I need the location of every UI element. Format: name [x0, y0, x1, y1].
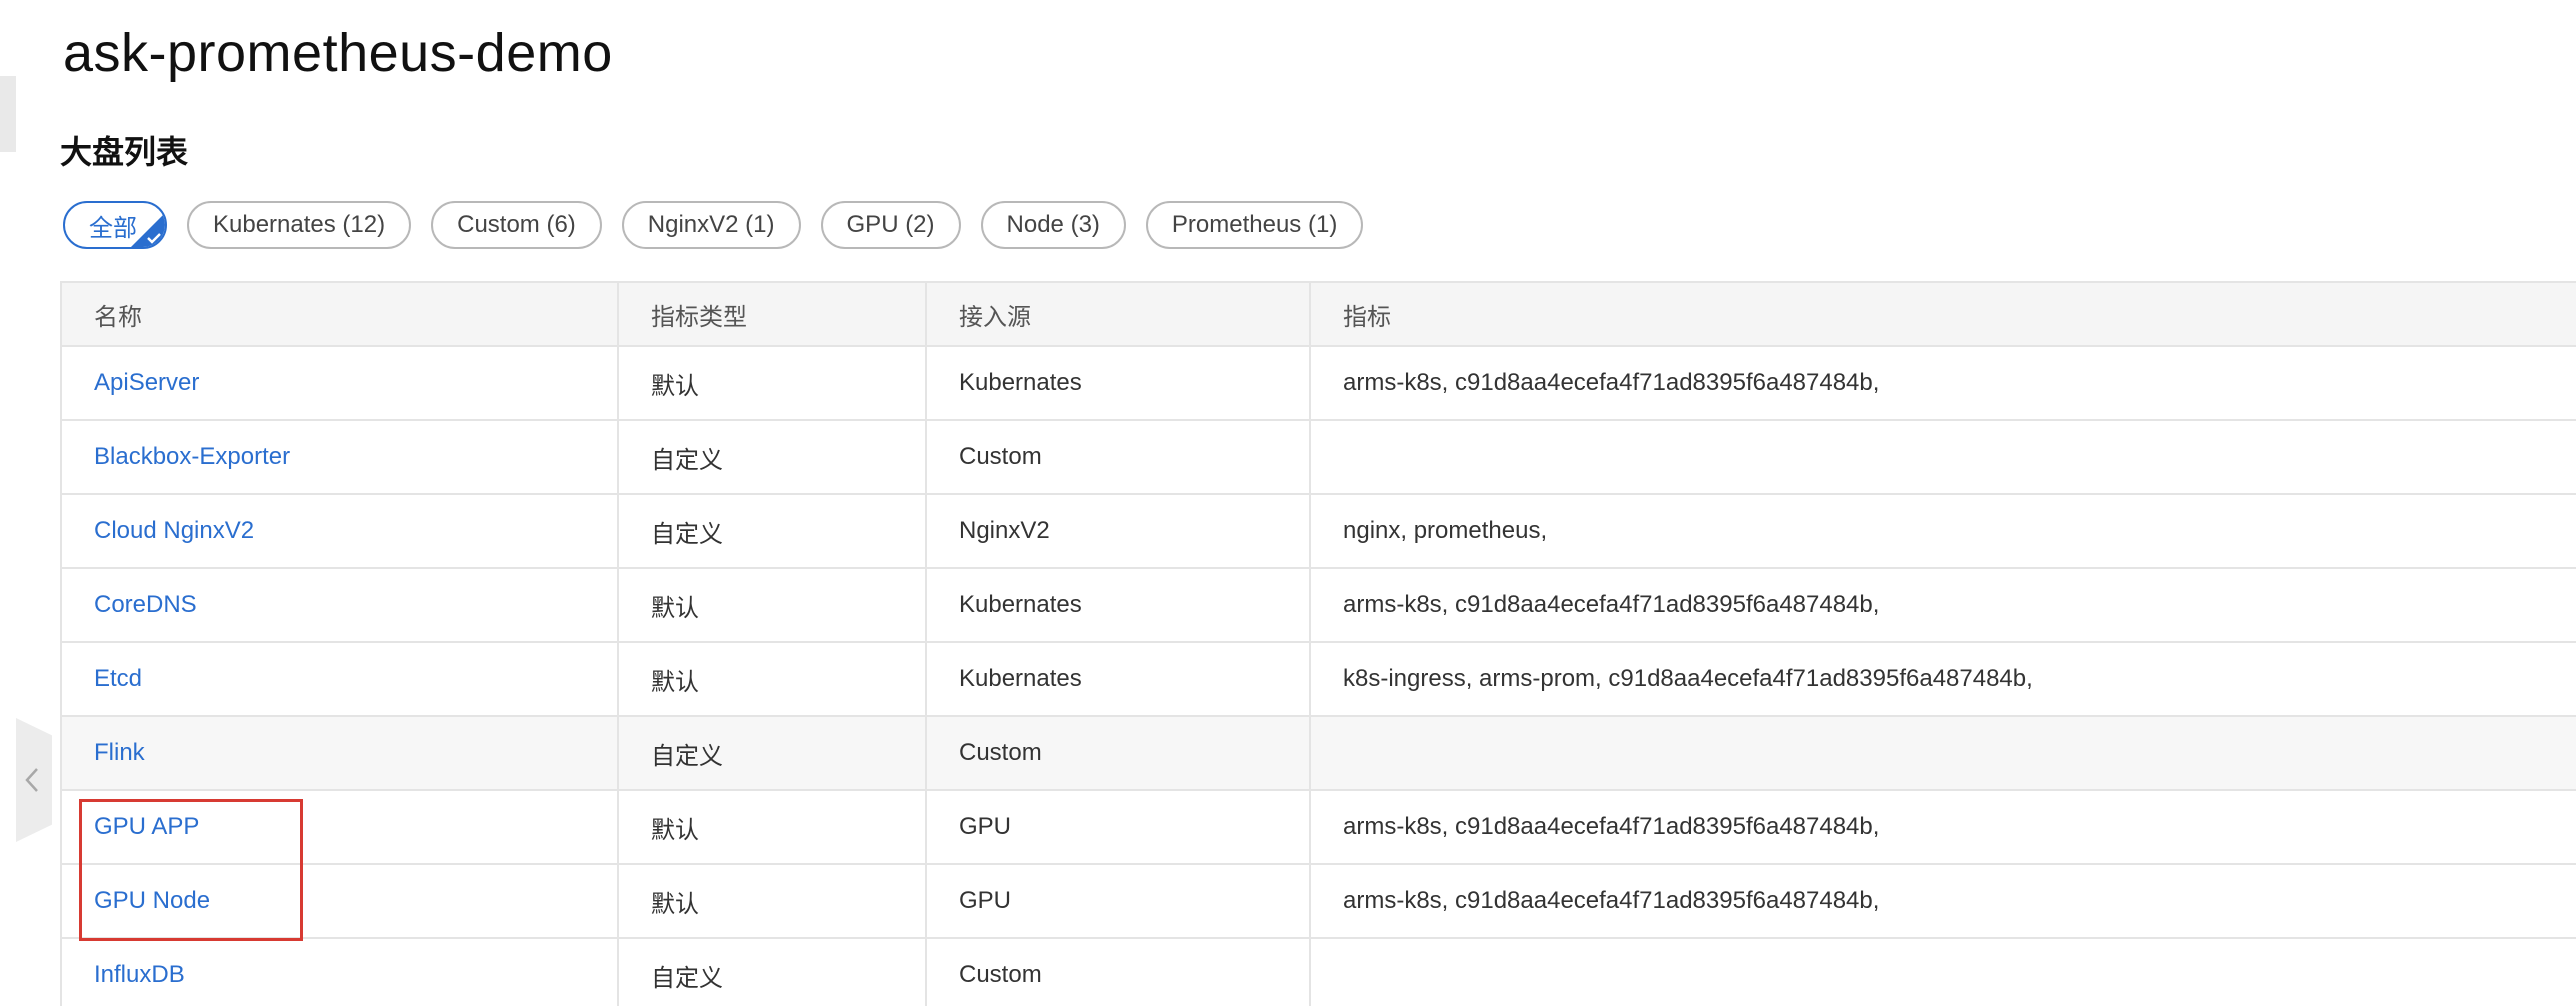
row-type-cell: 自定义 [618, 938, 927, 1006]
row-source-cell: Custom [926, 938, 1311, 1006]
row-metrics-cell: arms-k8s, c91d8aa4ecefa4f71ad8395f6a4874… [1310, 790, 2576, 865]
row-type-cell: 默认 [618, 790, 927, 865]
filter-chip-node[interactable]: Node (3) [980, 201, 1126, 249]
row-metrics-cell [1310, 716, 2576, 791]
row-name-cell: GPU Node [62, 864, 619, 939]
filter-chip-label: Kubernates (12) [213, 211, 386, 238]
table-row: GPU Node 默认 GPU arms-k8s, c91d8aa4ecefa4… [62, 864, 2576, 939]
dashboard-link[interactable]: Cloud NginxV2 [94, 517, 254, 544]
row-type-cell: 自定义 [618, 716, 927, 791]
row-type-cell: 默认 [618, 346, 927, 421]
dashboard-link[interactable]: GPU APP [94, 813, 199, 840]
row-source-cell: Kubernates [926, 346, 1311, 421]
sidebar-collapse-handle[interactable] [16, 718, 52, 842]
chevron-left-icon [25, 768, 38, 792]
row-source-cell: NginxV2 [926, 494, 1311, 569]
dashboard-link[interactable]: ApiServer [94, 369, 199, 396]
filter-chip-prometheus[interactable]: Prometheus (1) [1145, 201, 1364, 249]
dashboard-link[interactable]: Blackbox-Exporter [94, 443, 290, 470]
table-row: ApiServer 默认 Kubernates arms-k8s, c91d8a… [62, 346, 2576, 421]
table-row: Etcd 默认 Kubernates k8s-ingress, arms-pro… [62, 642, 2576, 717]
row-source-cell: GPU [926, 864, 1311, 939]
filter-chip-label: 全部 [89, 214, 137, 242]
filter-chip-kubernates[interactable]: Kubernates (12) [187, 201, 412, 249]
row-metrics-cell [1310, 420, 2576, 495]
dashboard-filter-bar: 全部 Kubernates (12) Custom (6) NginxV2 (1… [63, 201, 1364, 251]
table-row: Blackbox-Exporter 自定义 Custom [62, 420, 2576, 495]
dashboard-link[interactable]: Flink [94, 739, 145, 766]
row-name-cell: Flink [62, 716, 619, 791]
row-type-cell: 默认 [618, 642, 927, 717]
row-source-cell: GPU [926, 790, 1311, 865]
row-metrics-cell: nginx, prometheus, [1310, 494, 2576, 569]
left-rail [0, 0, 16, 1004]
dashboard-link[interactable]: GPU Node [94, 887, 210, 914]
row-source-cell: Kubernates [926, 568, 1311, 643]
row-name-cell: GPU APP [62, 790, 619, 865]
row-name-cell: Cloud NginxV2 [62, 494, 619, 569]
column-header-type: 指标类型 [618, 283, 927, 347]
table-row: Flink 自定义 Custom [62, 716, 2576, 791]
section-title: 大盘列表 [60, 134, 189, 170]
table-row: GPU APP 默认 GPU arms-k8s, c91d8aa4ecefa4f… [62, 790, 2576, 865]
table-row: InfluxDB 自定义 Custom [62, 938, 2576, 1006]
table-row: Cloud NginxV2 自定义 NginxV2 nginx, prometh… [62, 494, 2576, 569]
row-source-cell: Custom [926, 716, 1311, 791]
dashboard-link[interactable]: InfluxDB [94, 961, 185, 988]
row-metrics-cell: k8s-ingress, arms-prom, c91d8aa4ecefa4f7… [1310, 642, 2576, 717]
row-name-cell: CoreDNS [62, 568, 619, 643]
filter-chip-gpu[interactable]: GPU (2) [820, 201, 961, 249]
filter-chip-label: NginxV2 (1) [647, 211, 775, 238]
filter-chip-label: GPU (2) [846, 211, 935, 238]
dashboard-link[interactable]: CoreDNS [94, 591, 197, 618]
row-metrics-cell: arms-k8s, c91d8aa4ecefa4f71ad8395f6a4874… [1310, 568, 2576, 643]
dashboard-link[interactable]: Etcd [94, 665, 142, 692]
row-type-cell: 自定义 [618, 494, 927, 569]
filter-chip-label: Custom (6) [457, 211, 576, 238]
row-metrics-cell: arms-k8s, c91d8aa4ecefa4f71ad8395f6a4874… [1310, 346, 2576, 421]
row-source-cell: Kubernates [926, 642, 1311, 717]
row-source-cell: Custom [926, 420, 1311, 495]
row-name-cell: Blackbox-Exporter [62, 420, 619, 495]
column-header-name: 名称 [62, 283, 619, 347]
table-header-row: 名称 指标类型 接入源 指标 [62, 283, 2576, 347]
left-rail-strip [0, 76, 16, 152]
page-title: ask-prometheus-demo [63, 23, 613, 83]
column-header-source: 接入源 [926, 283, 1311, 347]
row-metrics-cell: arms-k8s, c91d8aa4ecefa4f71ad8395f6a4874… [1310, 864, 2576, 939]
row-name-cell: ApiServer [62, 346, 619, 421]
row-type-cell: 自定义 [618, 420, 927, 495]
filter-chip-nginxv2[interactable]: NginxV2 (1) [621, 201, 801, 249]
dashboard-table: 名称 指标类型 接入源 指标 ApiServer 默认 Kubernates a… [60, 281, 2576, 1006]
row-name-cell: InfluxDB [62, 938, 619, 1006]
row-type-cell: 默认 [618, 864, 927, 939]
row-name-cell: Etcd [62, 642, 619, 717]
column-header-metrics: 指标 [1310, 283, 2576, 347]
filter-chip-custom[interactable]: Custom (6) [431, 201, 602, 249]
filter-chip-all[interactable]: 全部 [63, 201, 167, 249]
table-row: CoreDNS 默认 Kubernates arms-k8s, c91d8aa4… [62, 568, 2576, 643]
filter-chip-label: Node (3) [1006, 211, 1100, 238]
row-metrics-cell [1310, 938, 2576, 1006]
row-type-cell: 默认 [618, 568, 927, 643]
filter-chip-label: Prometheus (1) [1171, 211, 1338, 238]
